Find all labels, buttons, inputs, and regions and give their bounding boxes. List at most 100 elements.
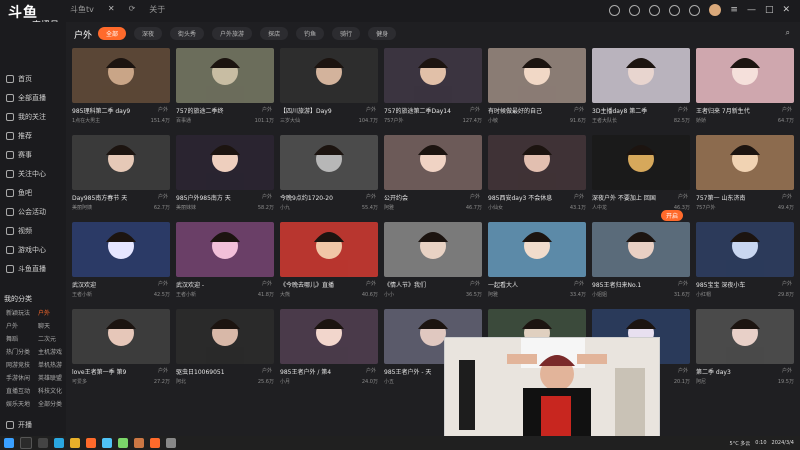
stream-title[interactable]: 深夜户外 不要加上 回国	[592, 193, 690, 202]
sidebar-item[interactable]: 全部直播	[6, 93, 46, 103]
stream-card[interactable]: Day985南方春节 天美丽阿姨 62.7万 户外	[72, 135, 170, 211]
stream-card[interactable]: 王者归来 7月新生代 娇娇 64.7万 户外	[696, 48, 794, 124]
filter-pill[interactable]: 深夜	[134, 27, 163, 40]
stream-thumbnail[interactable]	[176, 135, 274, 190]
streamer-name[interactable]: 百事通	[176, 117, 191, 124]
stream-card[interactable]: 985王者归来No.1 小姐姐 31.6万 户外	[592, 222, 690, 298]
streamer-name[interactable]: 小小	[384, 291, 394, 298]
stream-title[interactable]: 985理科第二季 day9	[72, 106, 170, 115]
category-item[interactable]: 网游竞技	[6, 360, 30, 369]
stream-thumbnail[interactable]	[488, 222, 586, 277]
filter-pill[interactable]: 户外旅游	[212, 27, 253, 40]
stream-card[interactable]: 《今晚去哪儿》直播 大熊 40.6万 户外	[280, 222, 378, 298]
stream-title[interactable]: love王者第一季 第9	[72, 367, 170, 376]
stream-title[interactable]: 985王者户外 / 第4	[280, 367, 378, 376]
stream-title[interactable]: 985户外985南方 天	[176, 193, 274, 202]
tab-close-icon[interactable]: ✕	[108, 4, 115, 15]
stream-title[interactable]: 驱虫日10069051	[176, 367, 274, 376]
music-icon[interactable]	[134, 438, 144, 448]
stream-title[interactable]: 757的旅途二季终	[176, 106, 274, 115]
sidebar-item[interactable]: 游戏中心	[6, 245, 46, 255]
stream-thumbnail[interactable]	[280, 48, 378, 103]
filter-pill[interactable]: 骑行	[332, 27, 361, 40]
stream-card[interactable]: 有时候做最好的自己 小敏 91.6万 户外	[488, 48, 586, 124]
search-taskbar-icon[interactable]	[20, 437, 32, 449]
category-item[interactable]: 手游休闲	[6, 373, 30, 382]
stream-card[interactable]: 985王者户外 / 第4 小月 24.0万 户外	[280, 309, 378, 385]
streamer-name[interactable]: 大熊	[280, 291, 290, 298]
stream-thumbnail[interactable]	[696, 48, 794, 103]
sidebar-item[interactable]: 公会活动	[6, 207, 46, 217]
stream-title[interactable]: 757第一 山东济南	[696, 193, 794, 202]
category-item[interactable]: 户外	[38, 308, 50, 317]
sidebar-item[interactable]: 鱼吧	[6, 188, 32, 198]
stream-thumbnail[interactable]	[280, 135, 378, 190]
category-item[interactable]: 全部分类	[38, 399, 62, 408]
close-icon[interactable]: ✕	[782, 5, 790, 15]
stream-title[interactable]: 985王者归来No.1	[592, 280, 690, 289]
streamer-name[interactable]: 小月	[280, 378, 290, 385]
streamer-name[interactable]: 阿尼	[696, 378, 706, 385]
stream-card[interactable]: 【四川旅游】Day9 三岁大仙 104.7万 户外	[280, 48, 378, 124]
stream-thumbnail[interactable]	[280, 222, 378, 277]
stream-thumbnail[interactable]	[72, 48, 170, 103]
sidebar-item[interactable]: 关注中心	[6, 169, 46, 179]
stream-title[interactable]: 王者归来 7月新生代	[696, 106, 794, 115]
stream-card[interactable]: 757的旅途二季终 百事通 101.1万 户外	[176, 48, 274, 124]
tab-home[interactable]: 斗鱼tv	[70, 4, 94, 15]
stream-thumbnail[interactable]	[592, 222, 690, 277]
category-item[interactable]: 聊天	[38, 321, 50, 330]
stream-thumbnail[interactable]	[72, 222, 170, 277]
stream-card[interactable]: 公开约会 阿雅 46.7万 户外	[384, 135, 482, 211]
history-icon[interactable]	[609, 4, 621, 16]
streamer-name[interactable]: 人中龙	[592, 204, 607, 211]
stream-card[interactable]: 驱虫日10069051 阿北 25.6万 户外	[176, 309, 274, 385]
minimize-icon[interactable]: —	[747, 5, 756, 15]
settings-icon[interactable]	[689, 4, 701, 16]
category-item[interactable]: 舞蹈	[6, 334, 18, 343]
stream-card[interactable]: 深夜户外 不要加上 回国 人中龙 46.3万 户外	[592, 135, 690, 211]
menu-icon[interactable]: ≡	[730, 5, 738, 15]
stream-title[interactable]: 985西安day3 不会休息	[488, 193, 586, 202]
category-item[interactable]: 直播互动	[6, 386, 30, 395]
douyu-icon[interactable]	[86, 438, 96, 448]
stream-thumbnail[interactable]	[488, 135, 586, 190]
app-icon[interactable]	[102, 438, 112, 448]
stream-card[interactable]: 武汉欢迎 王者小新 42.5万 户外	[72, 222, 170, 298]
category-item[interactable]: 科技文化	[38, 386, 62, 395]
streamer-name[interactable]: 王者大队长	[592, 117, 617, 124]
maximize-icon[interactable]: □	[765, 5, 774, 15]
streamer-name[interactable]: 娇娇	[696, 117, 706, 124]
avatar[interactable]	[709, 4, 722, 16]
explorer-icon[interactable]	[70, 438, 80, 448]
sidebar-item[interactable]: 斗鱼直播	[6, 264, 46, 274]
stream-card[interactable]: 985户外985南方 天美丽妹妹 58.2万 户外	[176, 135, 274, 211]
category-item[interactable]: 热门分类	[6, 347, 30, 356]
stream-card[interactable]: 985西安day3 不会休息 小仙女 43.1万 户外	[488, 135, 586, 211]
filter-pill[interactable]: 健身	[368, 27, 397, 40]
tab-about[interactable]: 关于	[149, 4, 165, 15]
category-item[interactable]: 主机游戏	[38, 347, 62, 356]
streamer-name[interactable]: 可爱多	[72, 378, 87, 385]
sidebar-item[interactable]: 视频	[6, 226, 32, 236]
stream-thumbnail[interactable]	[384, 135, 482, 190]
stream-thumbnail[interactable]	[72, 135, 170, 190]
stream-title[interactable]: 《今晚去哪儿》直播	[280, 280, 378, 289]
start-icon[interactable]	[4, 438, 14, 448]
category-item[interactable]: 英雄联盟	[38, 373, 62, 382]
stream-card[interactable]: 第二季 day3 阿尼 19.5万 户外	[696, 309, 794, 385]
stream-thumbnail[interactable]	[696, 222, 794, 277]
streamer-name[interactable]: 小仙女	[488, 204, 503, 211]
search-icon[interactable]: ⌕	[786, 28, 790, 38]
stream-card[interactable]: love王者第一季 第9 可爱多 27.2万 户外	[72, 309, 170, 385]
streamer-name[interactable]: 美丽妹妹	[176, 204, 196, 211]
clock-icon[interactable]	[629, 4, 641, 16]
stream-title[interactable]: 武汉欢迎 -	[176, 280, 274, 289]
stream-card[interactable]: 985宝宝 深夜小车 小红帽 29.8万 户外	[696, 222, 794, 298]
streamer-name[interactable]: 757户外	[696, 204, 716, 211]
filter-pill[interactable]: 全部	[98, 27, 127, 40]
streamer-name[interactable]: 美丽阿姨	[72, 204, 92, 211]
sidebar-item[interactable]: 推荐	[6, 131, 32, 141]
notification-icon[interactable]	[669, 4, 681, 16]
stream-title[interactable]: 第二季 day3	[696, 367, 794, 376]
